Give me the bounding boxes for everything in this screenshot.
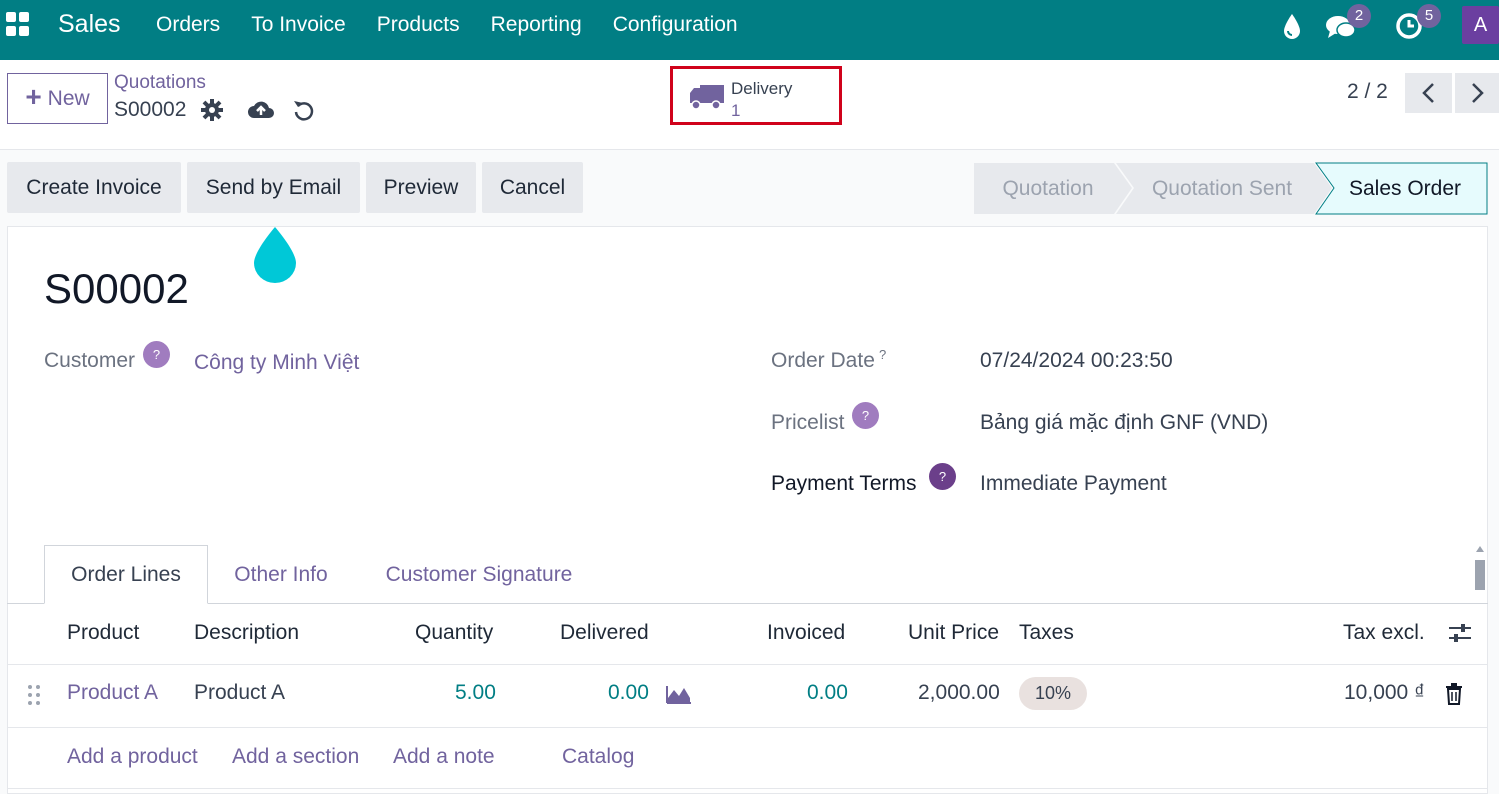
row-unit-price[interactable]: 2,000.00 — [918, 681, 1000, 705]
chevron-left-icon — [1421, 83, 1434, 103]
customer-help-icon[interactable]: ? — [143, 341, 170, 368]
col-header-quantity[interactable]: Quantity — [415, 621, 493, 645]
row-tax-excl: 10,000 ₫ — [1344, 681, 1425, 704]
drag-handle-icon[interactable] — [27, 684, 41, 711]
row-quantity[interactable]: 5.00 — [455, 681, 496, 705]
header-divider — [8, 664, 1487, 665]
water-drop-icon — [254, 227, 296, 283]
pager-previous-button[interactable] — [1405, 73, 1452, 113]
col-header-unit-price[interactable]: Unit Price — [908, 621, 999, 645]
customer-label: Customer — [44, 349, 136, 372]
add-section-link[interactable]: Add a section — [232, 745, 359, 769]
order-date-help-icon[interactable]: ? — [879, 347, 886, 362]
menu-orders[interactable]: Orders — [156, 13, 220, 37]
plus-icon: + — [25, 81, 42, 112]
col-header-delivered[interactable]: Delivered — [560, 621, 649, 645]
discard-undo-icon[interactable] — [292, 98, 318, 124]
optional-columns-icon[interactable] — [1447, 622, 1473, 649]
menu-products[interactable]: Products — [377, 13, 460, 37]
gear-icon[interactable] — [200, 98, 226, 124]
app-brand[interactable]: Sales — [58, 10, 121, 39]
col-header-tax-excl[interactable]: Tax excl. — [1343, 621, 1425, 645]
cancel-button[interactable]: Cancel — [482, 162, 583, 213]
record-title: S00002 — [44, 265, 189, 312]
main-menu: Orders To Invoice Products Reporting Con… — [156, 13, 738, 37]
new-button-label: New — [47, 86, 90, 110]
payment-terms-value[interactable]: Immediate Payment — [980, 472, 1167, 496]
apps-menu-icon[interactable] — [6, 12, 30, 36]
form-sheet — [7, 226, 1488, 794]
delivery-smart-button[interactable]: Delivery 1 — [670, 66, 842, 125]
col-header-description[interactable]: Description — [194, 621, 299, 645]
menu-to-invoice[interactable]: To Invoice — [251, 13, 346, 37]
preview-button[interactable]: Preview — [366, 162, 476, 213]
catalog-link[interactable]: Catalog — [562, 745, 634, 769]
row-description[interactable]: Product A — [194, 681, 285, 705]
activity-clock-icon[interactable]: 5 — [1395, 4, 1441, 42]
add-product-link[interactable]: Add a product — [67, 745, 198, 769]
col-header-product[interactable]: Product — [67, 621, 139, 645]
scrollbar[interactable] — [1474, 546, 1486, 596]
order-date-value[interactable]: 07/24/2024 00:23:50 — [980, 349, 1173, 373]
stage-quotation-sent[interactable]: Quotation Sent — [1130, 163, 1314, 214]
delivery-count: 1 — [731, 101, 741, 120]
payment-terms-label: Payment Terms — [771, 472, 917, 495]
row-invoiced[interactable]: 0.00 — [807, 681, 848, 705]
customer-value[interactable]: Công ty Minh Việt — [194, 351, 359, 375]
order-date-label: Order Date — [771, 349, 875, 372]
pricelist-value[interactable]: Bảng giá mặc định GNF (VND) — [980, 411, 1268, 435]
truck-icon — [689, 83, 725, 111]
tab-other-info[interactable]: Other Info — [218, 545, 344, 604]
chevron-right-icon — [1472, 83, 1484, 103]
messages-badge: 2 — [1347, 4, 1371, 28]
tab-order-lines[interactable]: Order Lines — [44, 545, 208, 604]
new-button[interactable]: + New — [7, 73, 108, 124]
row-tax-badge[interactable]: 10% — [1019, 677, 1087, 710]
pager-value: 2 / 2 — [1347, 80, 1388, 103]
row-product[interactable]: Product A — [67, 681, 158, 705]
messages-icon[interactable]: 2 — [1325, 4, 1371, 42]
row-delivered[interactable]: 0.00 — [608, 681, 649, 705]
top-navbar: Sales Orders To Invoice Products Reporti… — [0, 0, 1499, 60]
create-invoice-button[interactable]: Create Invoice — [7, 162, 181, 213]
pricelist-label: Pricelist — [771, 411, 845, 434]
footer-divider — [8, 788, 1487, 789]
menu-configuration[interactable]: Configuration — [613, 13, 738, 37]
control-panel: + New Quotations S00002 Delivery 1 2 / 2 — [0, 60, 1499, 150]
stage-quotation[interactable]: Quotation — [974, 163, 1122, 214]
col-header-taxes[interactable]: Taxes — [1019, 621, 1074, 645]
activities-badge: 5 — [1417, 4, 1441, 28]
breadcrumb-quotations[interactable]: Quotations — [114, 72, 206, 94]
payment-terms-help-icon[interactable]: ? — [929, 463, 956, 490]
pricelist-help-icon[interactable]: ? — [852, 402, 879, 429]
delivery-label: Delivery — [731, 79, 793, 98]
row-divider — [8, 727, 1487, 728]
trash-icon[interactable] — [1444, 683, 1464, 710]
forecast-chart-icon[interactable] — [666, 684, 692, 709]
col-header-invoiced[interactable]: Invoiced — [767, 621, 845, 645]
user-avatar[interactable]: A — [1462, 6, 1499, 44]
stage-sales-order[interactable]: Sales Order — [1330, 163, 1480, 214]
add-note-link[interactable]: Add a note — [393, 745, 495, 769]
menu-reporting[interactable]: Reporting — [491, 13, 582, 37]
cloud-save-icon[interactable] — [247, 98, 274, 124]
breadcrumb-record: S00002 — [114, 98, 187, 121]
odoo-droplet-icon[interactable] — [1280, 12, 1310, 42]
pager-next-button[interactable] — [1455, 73, 1499, 113]
tab-customer-signature[interactable]: Customer Signature — [364, 545, 594, 604]
send-by-email-button[interactable]: Send by Email — [187, 162, 360, 213]
